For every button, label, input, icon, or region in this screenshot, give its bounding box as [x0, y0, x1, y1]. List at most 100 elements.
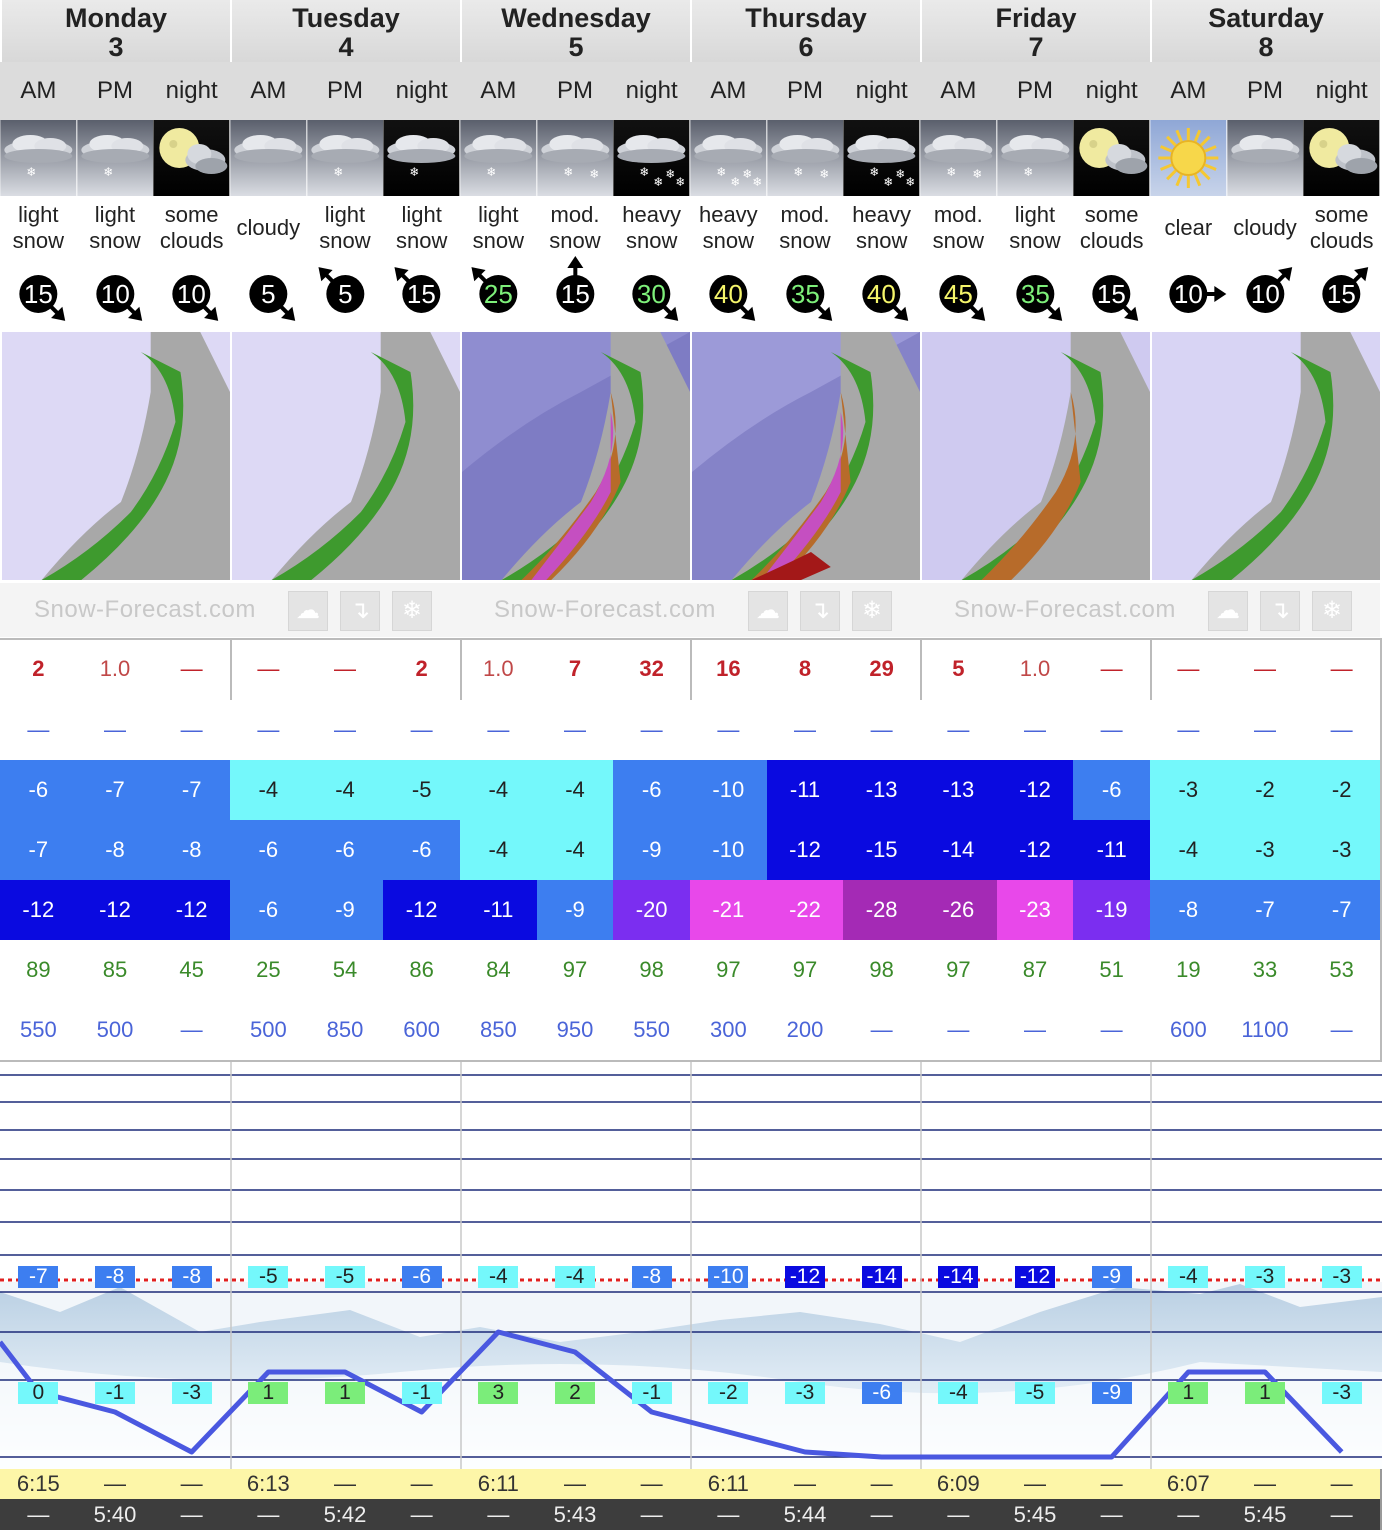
wind-speed: 10 — [101, 279, 130, 309]
download-icon[interactable]: ↴ — [800, 591, 840, 631]
wind-chill: -20 — [613, 880, 690, 940]
weather-description: mod. snow — [549, 202, 601, 253]
cloudy-icon — [1226, 120, 1304, 196]
svg-text:❄: ❄ — [819, 167, 829, 181]
svg-text:❄: ❄ — [26, 165, 36, 179]
base-temp-label: 0 — [18, 1382, 59, 1404]
base-temp-label: 1 — [1168, 1382, 1209, 1404]
max-temp: -2 — [1303, 760, 1380, 820]
mod-snow-icon: ❄ ❄ — [536, 120, 614, 196]
freezing-level: — — [1303, 1000, 1380, 1060]
humidity: 54 — [306, 940, 384, 1000]
brand-strip: Snow-Forecast.com ☁ ↴ ❄ — [920, 583, 1380, 637]
day-header-thursday: Thursday 6 — [690, 0, 920, 62]
base-temp-label: 1 — [325, 1382, 365, 1404]
snowflake-icon[interactable]: ❄ — [852, 591, 892, 631]
svg-text:❄: ❄ — [742, 167, 752, 181]
brand-watermark: Snow-Forecast.com — [494, 596, 716, 623]
sunset-time: 5:45 — [996, 1499, 1074, 1530]
freezing-level: — — [996, 1000, 1074, 1060]
base-temp-label: -5 — [1015, 1382, 1055, 1404]
forecast-table: Monday 3 AM ❄ light snow 15 2— -6 -7 -12 89 550 PM ❄ l… — [0, 0, 1382, 1530]
forecast-map[interactable] — [692, 332, 920, 580]
min-temp: -10 — [690, 820, 767, 880]
wind-speed: 10 — [177, 279, 206, 309]
light-snow-icon: ❄ — [76, 120, 154, 196]
forecast-map[interactable] — [232, 332, 460, 580]
forecast-map[interactable] — [462, 332, 690, 580]
wind-chill: -28 — [843, 880, 920, 940]
forecast-map[interactable] — [922, 332, 1150, 580]
period-label: PM — [766, 62, 844, 120]
svg-text:❄: ❄ — [486, 165, 496, 179]
rain-amount: — — [1073, 700, 1150, 760]
sunrise-empty: — — [383, 1469, 460, 1499]
snow-amount: 2 — [32, 656, 45, 681]
freezing-level: 600 — [1150, 1000, 1227, 1060]
freezing-level: — — [843, 1000, 920, 1060]
cloud-icon[interactable]: ☁ — [748, 591, 788, 631]
sunset-time: 5:43 — [536, 1499, 614, 1530]
min-temp: -4 — [460, 820, 537, 880]
cloud-icon[interactable]: ☁ — [1208, 591, 1248, 631]
summit-temp-label: -8 — [171, 1266, 212, 1288]
freezing-level: — — [1073, 1000, 1150, 1060]
wind-chill: -9 — [536, 880, 614, 940]
wind-chill: -19 — [1073, 880, 1150, 940]
forecast-map[interactable] — [1152, 332, 1380, 580]
base-temp-label: -3 — [171, 1382, 212, 1404]
sunrise-time: 6:11 — [690, 1469, 767, 1499]
snowflake-icon[interactable]: ❄ — [1312, 591, 1352, 631]
day-header-monday: Monday 3 — [0, 0, 230, 62]
snow-amount: 7 — [568, 656, 582, 681]
svg-text:❄: ❄ — [972, 167, 982, 181]
wind-arrow-icon: 10 — [1169, 275, 1227, 313]
forecast-map[interactable] — [2, 332, 230, 580]
wind-speed: 40 — [714, 279, 743, 309]
day-name: Thursday — [745, 3, 867, 33]
sunrise-empty: — — [306, 1469, 384, 1499]
sunrise-empty: — — [76, 1469, 154, 1499]
sunset-empty: — — [0, 1499, 77, 1530]
svg-text:❄: ❄ — [676, 175, 686, 189]
weather-description: light snow — [472, 202, 524, 253]
period-label: AM — [0, 62, 77, 120]
cloud-icon[interactable]: ☁ — [288, 591, 328, 631]
summit-temp-label: -3 — [1321, 1266, 1362, 1288]
min-temp: -9 — [613, 820, 690, 880]
rain-amount: — — [690, 700, 767, 760]
period-label: PM — [306, 62, 384, 120]
svg-text:❄: ❄ — [730, 175, 740, 189]
brand-watermark: Snow-Forecast.com — [954, 596, 1176, 623]
weather-description: light snow — [1009, 202, 1061, 253]
svg-text:❄: ❄ — [884, 175, 894, 189]
wind-speed: 15 — [1327, 279, 1356, 309]
freezing-level: 950 — [536, 1000, 614, 1060]
summit-temp-label: -8 — [631, 1266, 672, 1288]
svg-text:❄: ❄ — [716, 165, 726, 179]
max-temp: -11 — [766, 760, 844, 820]
download-icon[interactable]: ↴ — [340, 591, 380, 631]
rain-amount: — — [766, 700, 844, 760]
light-snow-icon: ❄ — [460, 120, 537, 196]
freezing-level: — — [920, 1000, 997, 1060]
panel-border — [0, 638, 1382, 640]
max-temp: -7 — [153, 760, 230, 820]
summit-temp-label: -4 — [555, 1266, 595, 1288]
min-temp: -8 — [153, 820, 230, 880]
svg-text:❄: ❄ — [563, 165, 573, 179]
freezing-level: 850 — [306, 1000, 384, 1060]
wind-indicator: 5 — [307, 264, 384, 330]
wind-speed: 5 — [261, 279, 275, 309]
snowflake-icon[interactable]: ❄ — [392, 591, 432, 631]
download-icon[interactable]: ↴ — [1260, 591, 1300, 631]
weather-description: light snow — [319, 202, 371, 253]
sunrise-empty: — — [153, 1469, 230, 1499]
freezing-level: 600 — [383, 1000, 460, 1060]
weather-description: cloudy — [236, 215, 301, 240]
light-snow-icon: ❄ — [0, 120, 77, 196]
rain-amount: — — [383, 700, 460, 760]
summit-temp-label: -14 — [938, 1266, 979, 1288]
sunset-empty: — — [153, 1499, 230, 1530]
wind-chill: -12 — [0, 880, 77, 940]
